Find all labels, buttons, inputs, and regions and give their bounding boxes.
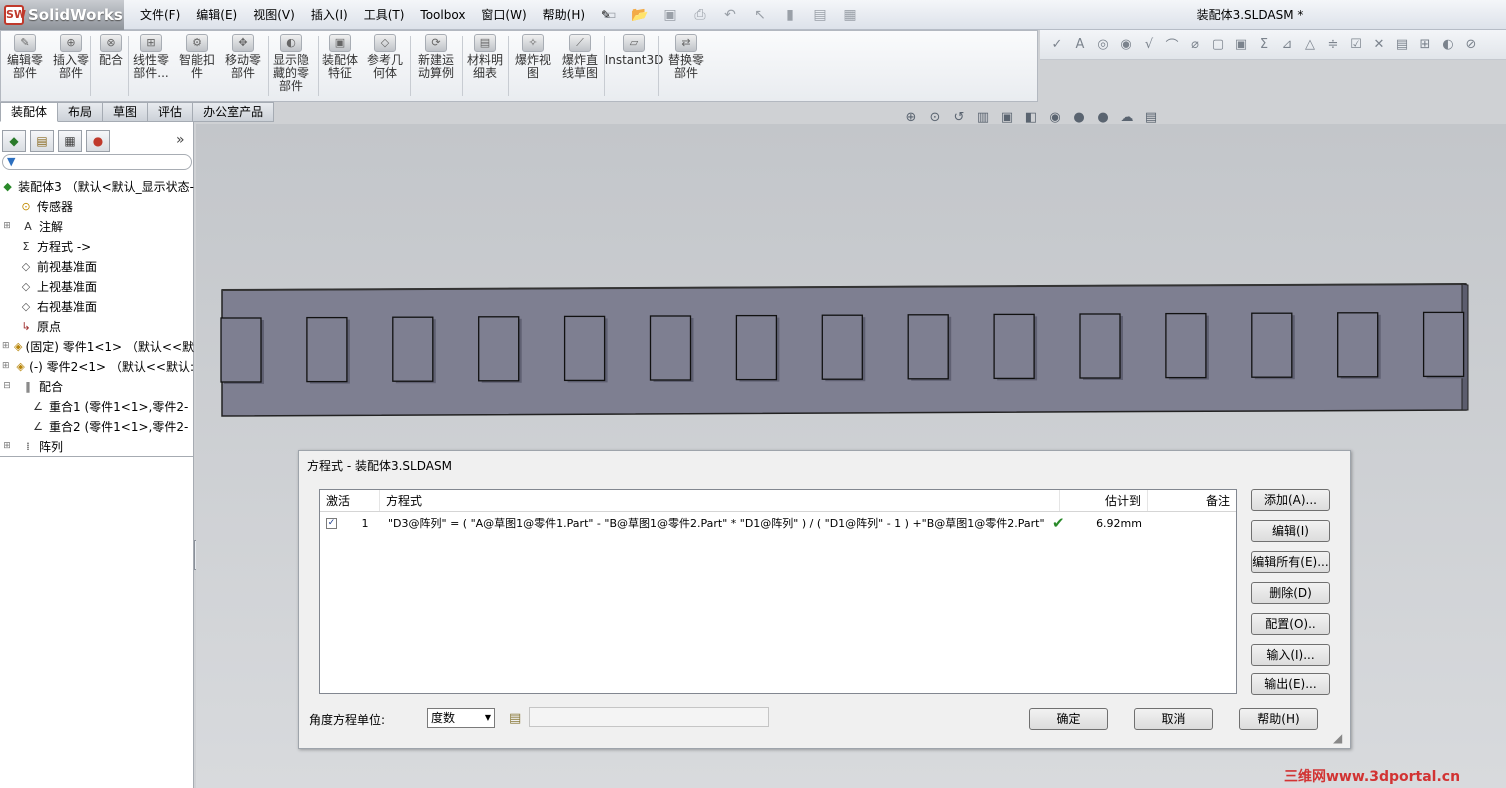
equations-table[interactable]: 激活 方程式 估计到 备注 ✓ 1 "D3@阵列" = ( "A@草图1@零件1…	[319, 489, 1237, 694]
tab	[1422, 311, 1465, 378]
tab	[735, 314, 778, 381]
valid-check-icon: ✔	[1052, 514, 1065, 532]
col-note[interactable]: 备注	[1148, 490, 1236, 511]
active-checkbox[interactable]: ✓	[326, 517, 337, 529]
angle-unit-label: 角度方程单位:	[309, 713, 386, 727]
tab	[649, 315, 692, 381]
config-button[interactable]: 配置(O)..	[1251, 613, 1330, 635]
tab	[478, 316, 520, 382]
col-estimate[interactable]: 估计到	[1060, 490, 1148, 511]
status-field	[529, 707, 769, 727]
tab	[392, 316, 434, 382]
delete-button[interactable]: 删除(D)	[1251, 582, 1330, 604]
row-equation: "D3@阵列" = ( "A@草图1@零件1.Part" - "B@草图1@零件…	[388, 517, 1045, 530]
tab	[1337, 312, 1379, 378]
tab	[306, 316, 348, 383]
tab	[993, 313, 1035, 380]
row-estimate: 6.92mm	[1096, 516, 1142, 530]
notepad-icon[interactable]: ▤	[509, 711, 521, 726]
tab	[1079, 313, 1121, 379]
tab	[563, 315, 606, 382]
tab	[821, 314, 863, 380]
tab	[220, 317, 262, 383]
equations-dialog: 方程式 - 装配体3.SLDASM 激活 方程式 估计到 备注 ✓ 1 "D3@…	[298, 450, 1351, 749]
angle-unit-value: 度数	[431, 711, 456, 725]
row-index: 1	[361, 516, 369, 530]
export-button[interactable]: 输出(E)...	[1251, 673, 1330, 695]
resize-grip-icon[interactable]: ◢	[1333, 731, 1342, 745]
model	[220, 283, 1469, 417]
edit-all-button[interactable]: 编辑所有(E)...	[1251, 551, 1330, 573]
col-equation[interactable]: 方程式	[380, 490, 1060, 511]
table-row[interactable]: ✓ 1 "D3@阵列" = ( "A@草图1@零件1.Part" - "B@草图…	[320, 514, 1236, 532]
chevron-down-icon: ▼	[484, 713, 491, 722]
edit-button[interactable]: 编辑(I)	[1251, 520, 1330, 542]
tab	[907, 314, 949, 380]
import-button[interactable]: 输入(I)...	[1251, 644, 1330, 666]
angle-unit-select[interactable]: 度数 ▼	[427, 708, 495, 728]
watermark: 三维网www.3dportal.cn	[1284, 769, 1461, 785]
tab	[1251, 312, 1293, 378]
col-active[interactable]: 激活	[320, 490, 380, 511]
cancel-button[interactable]: 取消	[1134, 708, 1213, 730]
help-button[interactable]: 帮助(H)	[1239, 708, 1318, 730]
add-button[interactable]: 添加(A)...	[1251, 489, 1330, 511]
dialog-title: 方程式 - 装配体3.SLDASM	[307, 459, 452, 473]
ok-button[interactable]: 确定	[1029, 708, 1108, 730]
tab	[1165, 312, 1207, 379]
table-header: 激活 方程式 估计到 备注	[320, 490, 1236, 512]
